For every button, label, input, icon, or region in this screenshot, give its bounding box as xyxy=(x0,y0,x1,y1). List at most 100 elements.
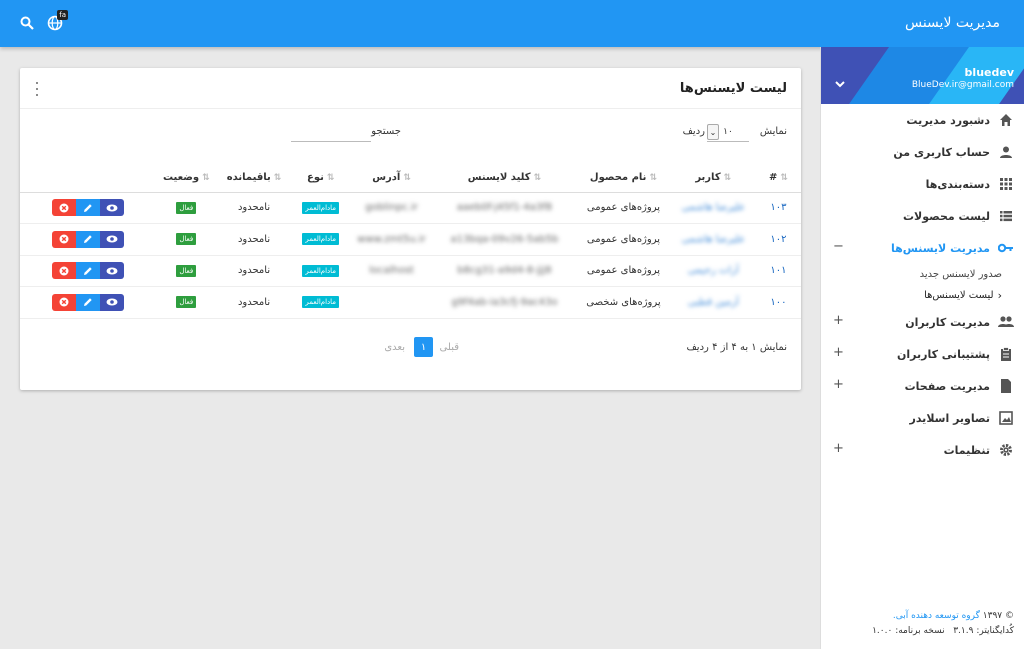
col-product[interactable]: ⇅نام محصول xyxy=(576,164,671,193)
cell-id[interactable]: ۱۰۱ xyxy=(755,255,801,287)
pagination: نمایش ۱ به ۴ از ۴ ردیف قبلی ۱ بعدی xyxy=(20,337,801,359)
profile-header: bluedev BlueDev.ir@gmail.com xyxy=(821,47,1024,104)
key-icon xyxy=(998,240,1014,256)
edit-button[interactable] xyxy=(75,199,100,217)
expand-toggle[interactable]: + xyxy=(833,313,844,328)
edit-button[interactable] xyxy=(75,293,100,311)
view-button[interactable] xyxy=(99,262,124,280)
col-user[interactable]: ⇅کاربر xyxy=(670,164,756,193)
cell-id[interactable]: ۱۰۰ xyxy=(755,286,801,319)
list-icon xyxy=(998,208,1014,224)
sidebar-item-account[interactable]: حساب کاربری من xyxy=(821,136,1024,168)
sidebar-item-support[interactable]: پشتیبانی کاربران + xyxy=(821,338,1024,370)
cell-remaining: نامحدود xyxy=(217,223,291,256)
file-icon xyxy=(998,378,1014,394)
home-icon xyxy=(998,112,1014,128)
chevron-down-icon[interactable] xyxy=(833,77,847,91)
cell-actions xyxy=(20,223,156,256)
cell-user[interactable]: آرات رحیمی xyxy=(670,255,756,287)
type-badge: مادام‌العمر xyxy=(302,264,340,277)
license-list-card: لیست لایسنس‌ها نمایش ۱۰ ⌄ ردیف جستجو ⇅# … xyxy=(20,68,801,390)
delete-button[interactable] xyxy=(51,262,76,280)
cell-user[interactable]: علیرضا هاشمی xyxy=(670,192,756,224)
sidebar-item-label: مدیریت صفحات xyxy=(904,379,990,393)
delete-button[interactable] xyxy=(51,293,76,311)
sort-icon: ⇅ xyxy=(202,173,210,184)
col-id[interactable]: ⇅# xyxy=(755,164,801,193)
status-badge: فعال xyxy=(176,296,197,309)
type-badge: مادام‌العمر xyxy=(302,233,340,246)
person-icon xyxy=(998,144,1014,160)
sidebar-footer: © ۱۳۹۷ گروه توسعه دهنده آبی. کُدایگنایتر… xyxy=(872,609,1014,639)
rows-label: ردیف xyxy=(682,126,705,137)
language-badge: fa xyxy=(57,10,68,20)
col-license-key[interactable]: ⇅کلید لایسنس xyxy=(432,164,577,193)
cell-user[interactable]: علیرضا هاشمی xyxy=(670,223,756,256)
col-type[interactable]: ⇅نوع xyxy=(290,164,351,193)
show-label: نمایش xyxy=(759,126,787,137)
sidebar-item-label: دسته‌بندی‌ها xyxy=(925,177,990,191)
sidebar-item-users[interactable]: مدیریت کاربران + xyxy=(821,306,1024,338)
col-address[interactable]: ⇅آدرس xyxy=(350,164,433,193)
search-icon[interactable] xyxy=(16,12,38,34)
edit-button[interactable] xyxy=(75,230,100,248)
sort-icon: ⇅ xyxy=(403,173,411,184)
cell-status: فعال xyxy=(155,223,218,256)
table-row: ۱۰۲ علیرضا هاشمی پروژه‌های عمومی a13bqa-… xyxy=(20,223,801,256)
language-icon[interactable]: fa xyxy=(44,10,68,34)
sidebar-item-label: مدیریت لایسنس‌ها xyxy=(890,241,990,255)
cell-type: مادام‌العمر xyxy=(290,286,351,319)
search-input[interactable] xyxy=(291,122,371,142)
view-button[interactable] xyxy=(99,199,124,217)
expand-toggle[interactable]: + xyxy=(833,377,844,392)
sidebar-item-settings[interactable]: تنظیمات + xyxy=(821,434,1024,466)
page-title: لیست لایسنس‌ها xyxy=(679,81,787,96)
col-status[interactable]: ⇅وضعیت xyxy=(155,164,218,193)
org-link[interactable]: گروه توسعه دهنده آبی. xyxy=(893,611,980,621)
cell-id[interactable]: ۱۰۳ xyxy=(755,192,801,224)
cell-address: www.zmt5u.ir xyxy=(350,223,433,256)
license-table: ⇅# ⇅کاربر ⇅نام محصول ⇅کلید لایسنس ⇅آدرس … xyxy=(20,164,801,319)
sidebar-item-dashboard[interactable]: دشبورد مدیریت xyxy=(821,104,1024,136)
table-controls: نمایش ۱۰ ⌄ ردیف جستجو xyxy=(20,122,801,144)
sidebar-item-pages[interactable]: مدیریت صفحات + xyxy=(821,370,1024,402)
prev-page-button[interactable]: قبلی xyxy=(440,342,459,353)
sidebar-item-label: تنظیمات xyxy=(943,443,990,457)
delete-button[interactable] xyxy=(51,199,76,217)
cell-user[interactable]: آرمین قطبی xyxy=(670,286,756,319)
view-button[interactable] xyxy=(99,230,124,248)
sort-icon: ⇅ xyxy=(780,173,788,184)
sort-icon: ⇅ xyxy=(649,173,657,184)
sidebar-subitem-label: لیست لایسنس‌ها xyxy=(924,290,994,301)
col-remaining[interactable]: ⇅باقیمانده xyxy=(217,164,291,193)
app-version: ۱.۰.۰ xyxy=(872,626,893,636)
delete-button[interactable] xyxy=(51,230,76,248)
expand-toggle[interactable]: + xyxy=(833,345,844,360)
chevron-left-icon: ‹ xyxy=(997,289,1002,302)
table-row: ۱۰۳ علیرضا هاشمی پروژه‌های عمومی aaeb0f-… xyxy=(20,192,801,224)
cell-product: پروژه‌های شخصی xyxy=(576,286,671,319)
cell-actions xyxy=(20,286,156,319)
version-label: نسخه برنامه: xyxy=(895,626,945,636)
sidebar-item-slider[interactable]: تصاویر اسلایدر xyxy=(821,402,1024,434)
more-vert-icon[interactable] xyxy=(34,82,40,96)
next-page-button[interactable]: بعدی xyxy=(384,342,405,353)
sort-icon: ⇅ xyxy=(723,173,732,184)
sidebar-item-label: لیست محصولات xyxy=(902,209,990,223)
profile-email: BlueDev.ir@gmail.com xyxy=(911,80,1014,90)
page-length-select[interactable]: ۱۰ ⌄ xyxy=(707,122,749,142)
collapse-toggle[interactable]: − xyxy=(833,239,844,254)
sidebar-item-label: تصاویر اسلایدر xyxy=(909,411,991,425)
cell-id[interactable]: ۱۰۲ xyxy=(755,223,801,256)
page-button-current[interactable]: ۱ xyxy=(414,337,433,357)
sidebar-subitem-new-license[interactable]: صدور لایسنس جدید xyxy=(821,264,1024,285)
sidebar-item-licenses[interactable]: مدیریت لایسنس‌ها − xyxy=(821,232,1024,264)
edit-button[interactable] xyxy=(75,262,100,280)
cell-status: فعال xyxy=(155,286,218,319)
sidebar-item-products[interactable]: لیست محصولات xyxy=(821,200,1024,232)
expand-toggle[interactable]: + xyxy=(833,441,844,456)
cell-address: localhost xyxy=(350,255,433,287)
sidebar-item-categories[interactable]: دسته‌بندی‌ها xyxy=(821,168,1024,200)
view-button[interactable] xyxy=(99,293,124,311)
sidebar-subitem-license-list[interactable]: ‹ لیست لایسنس‌ها xyxy=(821,285,1024,306)
